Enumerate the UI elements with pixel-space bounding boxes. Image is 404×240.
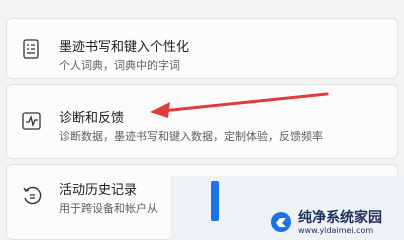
setting-title: 墨迹书写和键入个性化 [59,40,190,55]
watermark-url: www.yidaimei.com [298,226,374,235]
setting-subtitle: 个人词典，词典中的字词 [59,59,180,72]
pulse-icon [21,110,43,132]
watermark-blue-bar [211,181,219,221]
pen-list-icon [21,38,43,60]
setting-subtitle: 诊断数据，墨迹书写和键入数据，定制体验，反馈频率 [59,130,323,143]
setting-row-diagnostics-feedback[interactable]: 诊断和反馈 诊断数据，墨迹书写和键入数据，定制体验，反馈频率 [6,84,398,159]
watermark-brand: 纯净系统家园 [298,210,382,226]
setting-subtitle: 用于跨设备和帐户从 [59,202,158,215]
setting-title: 活动历史记录 [59,183,138,198]
setting-row-inking-personalization[interactable]: 墨迹书写和键入个性化 个人词典，词典中的字词 [6,18,398,79]
setting-title: 诊断和反馈 [59,111,125,126]
history-icon [21,185,43,207]
watermark-logo-icon [270,211,292,233]
